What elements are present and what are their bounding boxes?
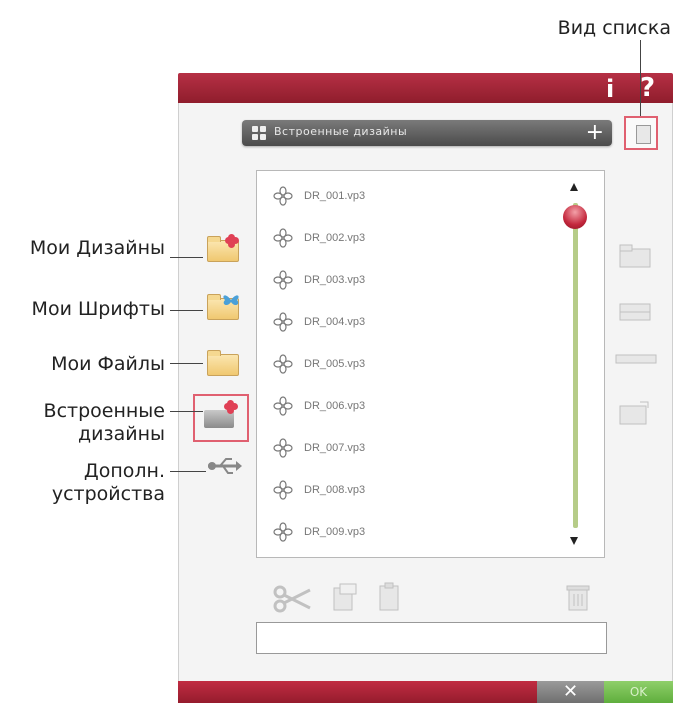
embroidery-file-icon — [273, 354, 293, 374]
callout-my-designs: Мои Дизайны — [29, 237, 165, 259]
callout-extra-line2: устройства — [51, 483, 165, 505]
callout-my-fonts: Мои Шрифты — [31, 298, 165, 320]
top-bar: i ? — [178, 73, 673, 103]
list-item[interactable]: DR_005.vp3 — [273, 353, 365, 375]
cut-icon[interactable] — [272, 584, 312, 614]
folder-files-icon — [207, 350, 239, 376]
list-item[interactable]: DR_008.vp3 — [273, 479, 365, 501]
scroll-up-arrow[interactable] — [570, 183, 578, 191]
info-button[interactable]: i — [606, 75, 614, 103]
embroidery-file-icon — [273, 438, 293, 458]
callout-list-view: Вид списка — [557, 17, 671, 39]
bottom-bar: ✕ OK — [178, 681, 673, 703]
new-folder-icon — [619, 244, 651, 268]
cancel-button[interactable]: ✕ — [537, 681, 604, 703]
embroidery-file-icon — [273, 228, 293, 248]
move-folder-icon — [619, 401, 649, 425]
list-item[interactable]: DR_007.vp3 — [273, 437, 365, 459]
copy-icon[interactable] — [332, 582, 358, 612]
embroidery-flower-icon — [225, 234, 239, 248]
file-list[interactable]: DR_001.vp3 DR_002.vp3 DR_003.vp3 DR_004.vp3… — [256, 170, 605, 558]
embroidery-file-icon — [273, 480, 293, 500]
file-name-field[interactable] — [256, 622, 607, 654]
my-files-button[interactable] — [205, 346, 241, 376]
file-name: DR_004.vp3 — [304, 316, 366, 328]
scrollbar-thumb[interactable] — [563, 205, 587, 229]
file-name: DR_005.vp3 — [304, 358, 366, 370]
list-item[interactable]: DR_001.vp3 — [273, 185, 365, 207]
callout-line — [640, 40, 641, 116]
file-name: DR_007.vp3 — [304, 442, 366, 454]
category-bar[interactable]: Встроенные дизайны + — [242, 120, 612, 146]
list-item[interactable]: DR_002.vp3 — [273, 227, 365, 249]
my-designs-button[interactable] — [205, 232, 241, 262]
scroll-down-arrow[interactable] — [570, 537, 578, 545]
butterfly-icon — [223, 295, 239, 306]
add-icon[interactable]: + — [586, 120, 604, 145]
callout-line — [170, 411, 203, 412]
callout-my-files: Мои Файлы — [51, 353, 165, 375]
embroidery-file-icon — [273, 186, 293, 206]
file-name: DR_006.vp3 — [304, 400, 366, 412]
list-view-icon — [636, 125, 651, 144]
usb-icon — [208, 458, 242, 474]
callout-line — [170, 257, 203, 258]
list-view-button[interactable] — [624, 116, 658, 150]
list-item[interactable]: DR_003.vp3 — [273, 269, 365, 291]
callout-line — [170, 310, 203, 311]
paste-icon[interactable] — [376, 582, 402, 612]
callout-builtin-line1: Встроенные — [43, 400, 165, 422]
list-item[interactable]: DR_006.vp3 — [273, 395, 365, 417]
rename-icon — [615, 354, 657, 364]
extra-devices-button[interactable] — [208, 456, 244, 484]
category-icon — [252, 126, 266, 140]
builtin-designs-button[interactable] — [204, 400, 240, 428]
callout-builtin-line2: дизайны — [77, 423, 165, 445]
embroidery-file-icon — [273, 396, 293, 416]
ok-button[interactable]: OK — [604, 681, 673, 703]
help-button[interactable]: ? — [640, 73, 655, 103]
callout-line — [170, 363, 203, 364]
callout-extra-line1: Дополн. — [83, 460, 165, 482]
file-name: DR_003.vp3 — [304, 274, 366, 286]
list-item[interactable]: DR_009.vp3 — [273, 521, 365, 543]
delete-icon[interactable] — [566, 584, 590, 612]
file-name: DR_002.vp3 — [304, 232, 366, 244]
callout-line — [170, 471, 206, 472]
scrollbar-track[interactable] — [573, 203, 578, 528]
open-folder-icon — [619, 303, 651, 321]
file-name: DR_009.vp3 — [304, 526, 366, 538]
embroidery-flower-icon — [224, 400, 238, 414]
file-name: DR_001.vp3 — [304, 190, 366, 202]
list-item[interactable]: DR_004.vp3 — [273, 311, 365, 333]
file-name: DR_008.vp3 — [304, 484, 366, 496]
embroidery-file-icon — [273, 312, 293, 332]
category-label: Встроенные дизайны — [274, 125, 408, 138]
embroidery-file-icon — [273, 522, 293, 542]
my-fonts-button[interactable] — [205, 290, 241, 320]
embroidery-file-icon — [273, 270, 293, 290]
